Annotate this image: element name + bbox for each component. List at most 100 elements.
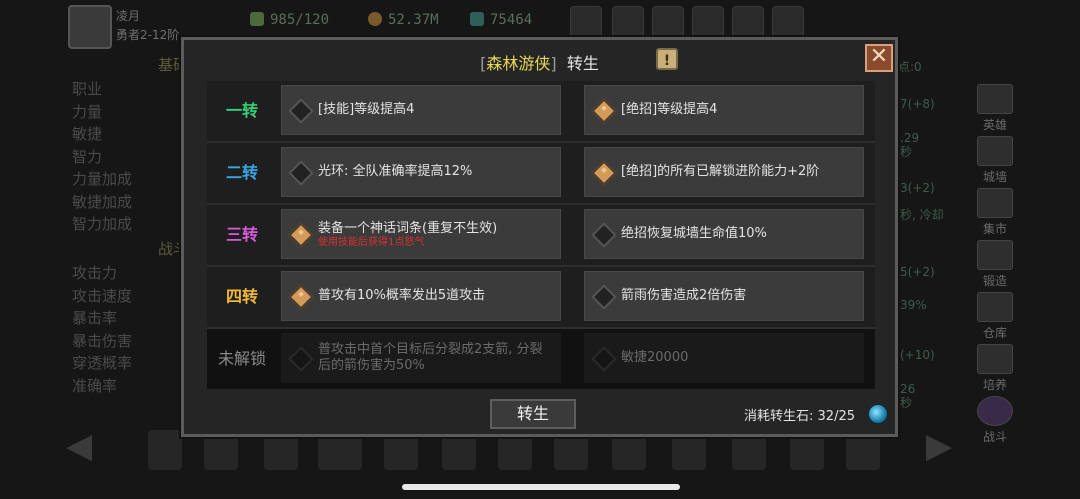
diamond-icon (288, 160, 314, 186)
bg-value: 秒, 冷却 (900, 208, 944, 222)
nav-label: 英雄 (982, 118, 1007, 132)
bg-value: (+10) (900, 348, 935, 362)
rebirth-option: 敏捷20000 (584, 333, 864, 383)
rebirth-option[interactable]: 装备一个神话词条(重复不生效) 使用技能后获得1点怒气 (281, 209, 561, 259)
title-bracket: ] (550, 54, 557, 73)
bg-stat: 职业 (72, 80, 103, 98)
diamond-icon (288, 284, 314, 310)
nav-market[interactable]: 集市 (970, 188, 1020, 240)
next-arrow-icon[interactable]: ▶ (926, 426, 966, 466)
nav-wall[interactable]: 城墙 (970, 136, 1020, 188)
rebirth-cost: 消耗转生石: 32/25 (744, 405, 855, 424)
rebirth-option[interactable]: 普攻有10%概率发出5道攻击 (281, 271, 561, 321)
bg-stat: 智力加成 (72, 215, 133, 233)
energy-resource: 985/120 (250, 12, 329, 28)
nav-label: 集市 (982, 222, 1007, 236)
gear-icon[interactable] (692, 6, 724, 38)
option-text: 装备一个神话词条(重复不生效) (318, 220, 498, 236)
bg-stat-list: 职业 力量 敏捷 智力 力量加成 敏捷加成 智力加成 (72, 78, 132, 236)
shop-icon[interactable] (570, 6, 602, 38)
nav-label: 培养 (982, 378, 1007, 392)
bg-stat: 敏捷加成 (72, 192, 133, 211)
info-button[interactable]: ! (656, 48, 678, 70)
bg-value: 26秒 (900, 382, 916, 410)
cost-value: 32/25 (817, 409, 855, 424)
event-icon[interactable] (772, 6, 804, 38)
class-name: 森林游侠 (486, 54, 551, 73)
tier-label: 未解锁 (217, 349, 266, 368)
rebirth-option[interactable]: [技能]等级提高4 (281, 85, 561, 135)
option-text: [绝招]的所有已解锁进阶能力+2阶 (621, 164, 820, 179)
energy-value: 985/120 (270, 12, 330, 28)
rebirth-option[interactable]: [绝招]等级提高4 (584, 85, 864, 135)
rebirth-option[interactable]: 绝招恢复城墙生命值10% (584, 209, 864, 259)
gem-resource: 75464 (470, 12, 532, 28)
option-text: [技能]等级提高4 (318, 102, 415, 117)
home-indicator (402, 484, 680, 490)
option-text: 普攻击中首个目标后分裂成2支箭, 分裂后的箭伤害为50% (318, 342, 543, 373)
rebirth-button[interactable]: 转生 (490, 399, 576, 429)
forge-icon (977, 240, 1013, 270)
bg-value: 3(+2) (900, 181, 935, 195)
diamond-icon (288, 98, 314, 124)
cost-label: 消耗转生石: (744, 409, 814, 424)
bg-stat: 暴击率 (72, 309, 118, 327)
bg-stat: 敏捷 (72, 125, 103, 143)
bg-stat: 穿透概率 (72, 354, 133, 372)
warehouse-icon (977, 292, 1013, 322)
wheel-icon[interactable] (732, 6, 764, 38)
hero-slot[interactable] (148, 430, 182, 470)
nav-label: 锻造 (982, 274, 1007, 288)
bg-stat: 力量 (72, 102, 103, 121)
nav-label: 仓库 (982, 326, 1007, 340)
bg-value: 7(+8) (900, 97, 935, 111)
hero-icon (977, 84, 1013, 114)
bg-stat: 准确率 (72, 376, 118, 395)
rebirth-row: 二转 光环: 全队准确率提高12% [绝招]的所有已解锁进阶能力+2阶 (207, 143, 875, 205)
tier-label: 四转 (225, 287, 258, 306)
tier-label: 二转 (225, 163, 258, 182)
mail-icon[interactable] (612, 6, 644, 38)
rebirth-row: 三转 装备一个神话词条(重复不生效) 使用技能后获得1点怒气 绝招恢复城墙生命值… (207, 205, 875, 267)
gamepad-icon[interactable] (652, 6, 684, 38)
player-name: 凌月 (116, 9, 141, 23)
rebirth-table: 一转 [技能]等级提高4 [绝招]等级提高4 二转 光环: 全队准确率提高12%… (207, 81, 875, 389)
rebirth-row-locked: 未解锁 普攻击中首个目标后分裂成2支箭, 分裂后的箭伤害为50% 敏捷20000 (207, 329, 875, 389)
rebirth-row: 一转 [技能]等级提高4 [绝招]等级提高4 (207, 81, 875, 143)
gold-icon (368, 12, 382, 26)
nav-forge[interactable]: 锻造 (970, 240, 1020, 292)
diamond-icon (288, 346, 314, 372)
bg-value: 5(+2) (900, 265, 935, 279)
player-level: 勇者2-12阶 (116, 28, 180, 42)
close-button[interactable]: ✕ (865, 44, 893, 72)
market-icon (977, 188, 1013, 218)
energy-icon (250, 12, 264, 26)
bg-stat: 暴击伤害 (72, 331, 133, 350)
diamond-icon (591, 284, 617, 310)
option-text: 普攻有10%概率发出5道攻击 (318, 288, 486, 303)
prev-arrow-icon[interactable]: ◀ (66, 426, 106, 466)
option-text: [绝招]等级提高4 (621, 102, 718, 117)
bg-value: 39% (900, 298, 927, 312)
option-text: 光环: 全队准确率提高12% (318, 164, 473, 179)
rebirth-option: 普攻击中首个目标后分裂成2支箭, 分裂后的箭伤害为50% (281, 333, 561, 383)
gold-resource: 52.37M (368, 12, 439, 28)
gold-value: 52.37M (388, 12, 439, 28)
rebirth-option[interactable]: 光环: 全队准确率提高12% (281, 147, 561, 197)
bg-stat: 智力 (72, 147, 103, 166)
diamond-icon (591, 346, 617, 372)
rebirth-option[interactable]: 箭雨伤害造成2倍伤害 (584, 271, 864, 321)
bg-value: 点:0 (898, 60, 922, 74)
nav-train[interactable]: 培养 (970, 344, 1020, 396)
rebirth-option[interactable]: [绝招]的所有已解锁进阶能力+2阶 (584, 147, 864, 197)
rebirth-row: 四转 普攻有10%概率发出5道攻击 箭雨伤害造成2倍伤害 (207, 267, 875, 329)
dialog-title: [森林游侠] 转生 (184, 50, 895, 74)
avatar[interactable] (68, 5, 112, 49)
option-text: 绝招恢复城墙生命值10% (621, 226, 767, 241)
nav-warehouse[interactable]: 仓库 (970, 292, 1020, 344)
nav-hero[interactable]: 英雄 (970, 84, 1020, 136)
tier-label: 一转 (225, 101, 258, 120)
train-icon (977, 344, 1013, 374)
diamond-icon (591, 222, 617, 248)
bg-stat: 攻击速度 (72, 286, 133, 305)
